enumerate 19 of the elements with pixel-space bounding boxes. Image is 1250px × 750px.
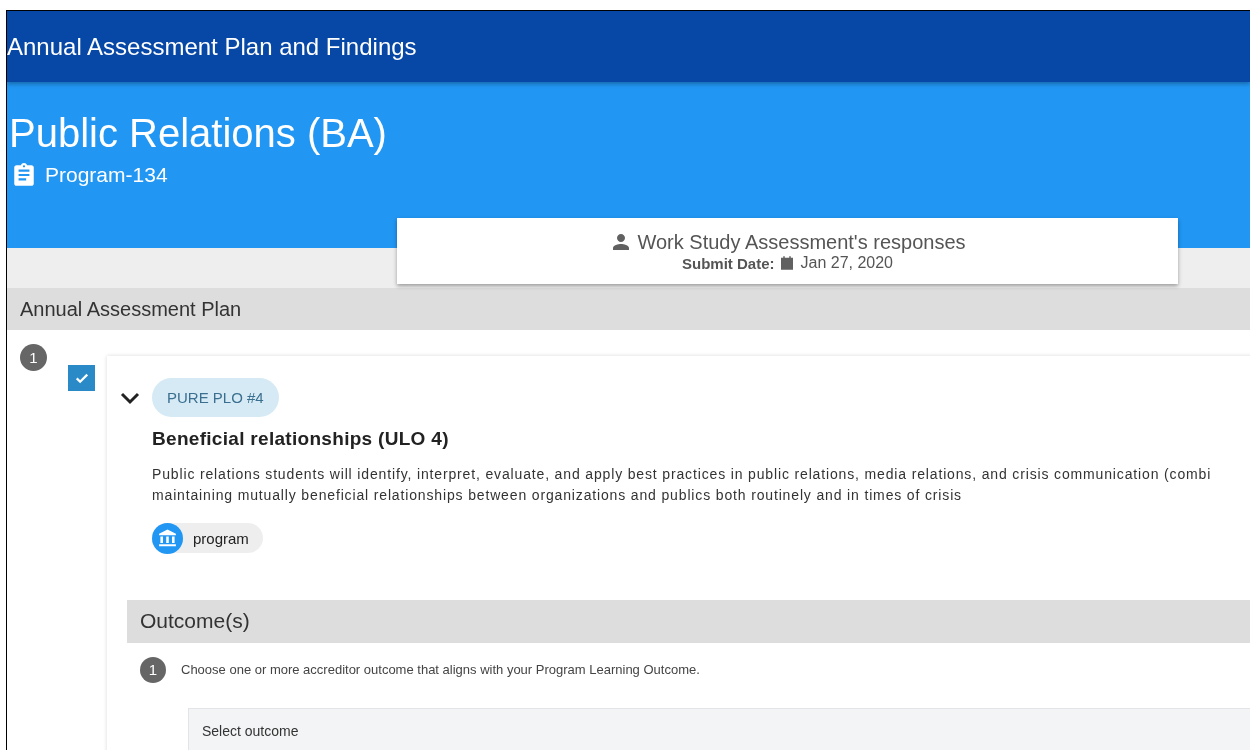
responses-title: Work Study Assessment's responses — [637, 230, 966, 254]
section-title: Annual Assessment Plan — [20, 297, 242, 321]
plo-chip: PURE PLO #4 — [152, 378, 279, 417]
app-title: Annual Assessment Plan and Findings — [7, 32, 417, 61]
step-instruction: Choose one or more accreditor outcome that aligns with your Program Learning Outcome. — [181, 662, 700, 677]
number-badge: 1 — [20, 344, 47, 371]
tag-label: program — [193, 529, 249, 547]
outcomes-title: Outcome(s) — [140, 609, 250, 633]
submit-date: Jan 27, 2020 — [800, 254, 893, 272]
clipboard-icon — [11, 162, 37, 188]
submit-date-label: Submit Date: — [681, 254, 775, 272]
item-description: Public relations students will identify, interpret, evaluate, and apply best practices in public relations, media relations, and crisis communication (combi maintaining mutually beneficial relationships between organizations and publics both routinely and in times of crisis — [152, 465, 1213, 505]
program-title: Public Relations (BA) — [9, 110, 388, 156]
number-badge: 1 — [140, 656, 166, 683]
bank-icon — [152, 522, 183, 554]
checkbox[interactable] — [68, 365, 95, 391]
outcome-select-field[interactable]: Select outcome — [188, 707, 1250, 750]
program-code: Program-134 — [45, 163, 168, 187]
item-title: Beneficial relationships (ULO 4) — [152, 428, 450, 450]
